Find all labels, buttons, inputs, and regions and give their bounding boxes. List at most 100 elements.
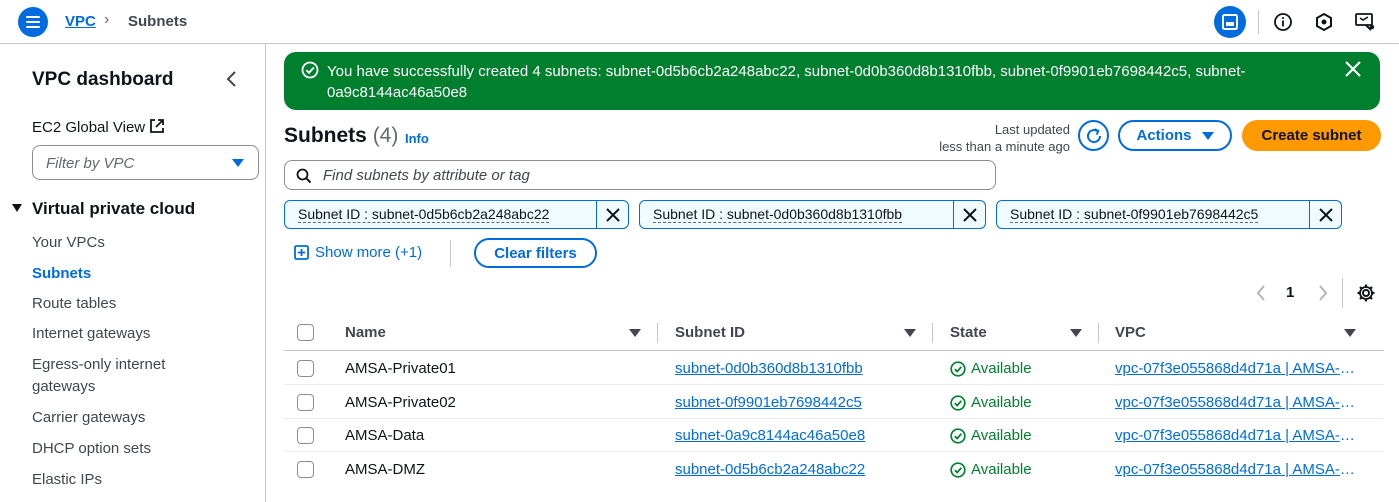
sidebar-item-elastic-ips[interactable]: Elastic IPs [32,469,232,491]
vpc-link[interactable]: vpc-07f3e055868d4d71a | AMSA-VPC [1115,427,1355,444]
select-all-checkbox[interactable] [297,324,314,341]
table-row[interactable]: AMSA-Private01 subnet-0d0b360d8b1310fbb … [284,351,1384,385]
sort-caret-down-icon[interactable] [904,329,916,337]
search-icon [296,168,312,187]
row-checkbox[interactable] [297,461,314,478]
cell-state: Available [950,427,1032,444]
cell-state: Available [950,461,1032,478]
clear-filters-button[interactable]: Clear filters [474,238,597,268]
menu-icon[interactable] [18,7,48,37]
last-updated-value: less than a minute ago [939,139,1070,154]
subnet-id-link[interactable]: subnet-0a9c8144ac46a50e8 [675,427,865,444]
filter-token: Subnet ID : subnet-0d0b360d8b1310fbb [639,200,986,229]
sidebar-item-carrier-gateways[interactable]: Carrier gateways [32,407,232,429]
remove-filter-close-icon[interactable] [597,201,628,228]
available-check-icon [950,360,966,377]
column-header-state[interactable]: State [950,324,987,341]
cell-name: AMSA-Private02 [345,394,456,411]
page-title: Subnets (4) [284,124,398,148]
flash-message: You have successfully created 4 subnets:… [327,63,1246,101]
state-label: Available [971,394,1032,411]
breadcrumb-vpc-link[interactable]: VPC [65,13,96,30]
subnet-id-link[interactable]: subnet-0d5b6cb2a248abc22 [675,461,865,478]
column-resizer[interactable] [1098,323,1099,343]
success-check-icon [301,61,319,82]
security-icon[interactable] [1313,11,1335,33]
column-header-name[interactable]: Name [345,324,386,341]
search-input[interactable] [323,165,983,185]
row-checkbox[interactable] [297,427,314,444]
info-link[interactable]: Info [405,131,429,146]
sidebar-section-virtual-private-cloud[interactable]: Virtual private cloud [12,199,195,219]
breadcrumb-current: Subnets [128,13,188,30]
previous-page-chevron-left-icon[interactable] [1254,283,1268,306]
column-header-vpc[interactable]: VPC [1115,324,1146,341]
last-updated-label: Last updated [994,122,1070,137]
cell-state: Available [950,394,1032,411]
feedback-icon[interactable] [1354,11,1376,33]
filter-token-label[interactable]: Subnet ID : subnet-0f9901eb7698442c5 [997,201,1311,228]
sidebar-item-internet-gateways[interactable]: Internet gateways [32,323,232,345]
top-navigation-bar: VPC › Subnets [0,0,1399,44]
cell-name: AMSA-DMZ [345,461,425,478]
caret-down-icon [232,159,244,167]
row-checkbox[interactable] [297,394,314,411]
subnet-id-link[interactable]: subnet-0d0b360d8b1310fbb [675,360,863,377]
current-page-number[interactable]: 1 [1286,284,1294,301]
split-panel-icon[interactable] [1214,6,1246,38]
expand-plus-icon [294,245,309,260]
vpc-link[interactable]: vpc-07f3e055868d4d71a | AMSA-VPC [1115,461,1355,478]
actions-dropdown-button[interactable]: Actions [1118,120,1232,151]
subnet-id-link[interactable]: subnet-0f9901eb7698442c5 [675,394,862,411]
table-row[interactable]: AMSA-DMZ subnet-0d5b6cb2a248abc22 Availa… [284,452,1384,486]
column-resizer[interactable] [657,323,658,343]
ec2-global-view-label: EC2 Global View [32,119,146,136]
collapse-sidebar-icon[interactable] [222,67,242,91]
sidebar-item-route-tables[interactable]: Route tables [32,293,232,315]
sort-caret-down-icon[interactable] [629,329,641,337]
vpc-link[interactable]: vpc-07f3e055868d4d71a | AMSA-VPC [1115,394,1355,411]
remove-filter-close-icon[interactable] [954,201,985,228]
divider [450,240,451,267]
row-checkbox[interactable] [297,360,314,377]
filter-token-text: Subnet ID : subnet-0d0b360d8b1310fbb [653,206,903,223]
column-resizer[interactable] [932,323,933,343]
filter-token-text: Subnet ID : subnet-0f9901eb7698442c5 [1010,206,1259,223]
filter-token-label[interactable]: Subnet ID : subnet-0d0b360d8b1310fbb [640,201,955,228]
sidebar-title: VPC dashboard [32,69,174,90]
cell-name: AMSA-Private01 [345,360,456,377]
create-subnet-button[interactable]: Create subnet [1242,120,1381,151]
next-page-chevron-right-icon[interactable] [1316,283,1330,306]
cell-state: Available [950,360,1032,377]
remove-filter-close-icon[interactable] [1310,201,1341,228]
available-check-icon [950,427,966,444]
sidebar-item-egress-only-internet-gateways[interactable]: Egress-only internet gateways [32,354,202,398]
cell-name: AMSA-Data [345,427,425,444]
page-title-text: Subnets [284,124,367,147]
state-label: Available [971,461,1032,478]
show-more-filters-button[interactable]: Show more (+1) [294,244,422,261]
refresh-button[interactable] [1078,120,1109,151]
column-header-subnet-id[interactable]: Subnet ID [675,324,745,341]
side-navigation: VPC dashboard EC2 Global View Filter by … [0,44,266,502]
filter-token-label[interactable]: Subnet ID : subnet-0d5b6cb2a248abc22 [285,201,598,228]
available-check-icon [950,394,966,411]
sidebar-item-subnets[interactable]: Subnets [32,263,232,285]
actions-label: Actions [1136,127,1192,144]
show-more-label: Show more (+1) [315,244,423,261]
refresh-icon [1086,127,1101,143]
table-row[interactable]: AMSA-Data subnet-0a9c8144ac46a50e8 Avail… [284,418,1384,452]
dismiss-flash-close-icon[interactable] [1344,60,1362,81]
sort-caret-down-icon[interactable] [1070,329,1082,337]
info-icon[interactable] [1272,11,1294,33]
gear-icon[interactable] [1356,283,1376,306]
success-flashbar: You have successfully created 4 subnets:… [284,52,1380,110]
filter-token: Subnet ID : subnet-0d5b6cb2a248abc22 [284,200,629,229]
vpc-link[interactable]: vpc-07f3e055868d4d71a | AMSA-VPC [1115,360,1355,377]
sort-caret-down-icon[interactable] [1344,329,1356,337]
ec2-global-view-link[interactable]: EC2 Global View [32,118,165,138]
filter-by-vpc-select[interactable]: Filter by VPC [32,145,259,180]
table-row[interactable]: AMSA-Private02 subnet-0f9901eb7698442c5 … [284,385,1384,419]
sidebar-item-your-vpcs[interactable]: Your VPCs [32,232,232,254]
sidebar-item-dhcp-option-sets[interactable]: DHCP option sets [32,438,232,460]
